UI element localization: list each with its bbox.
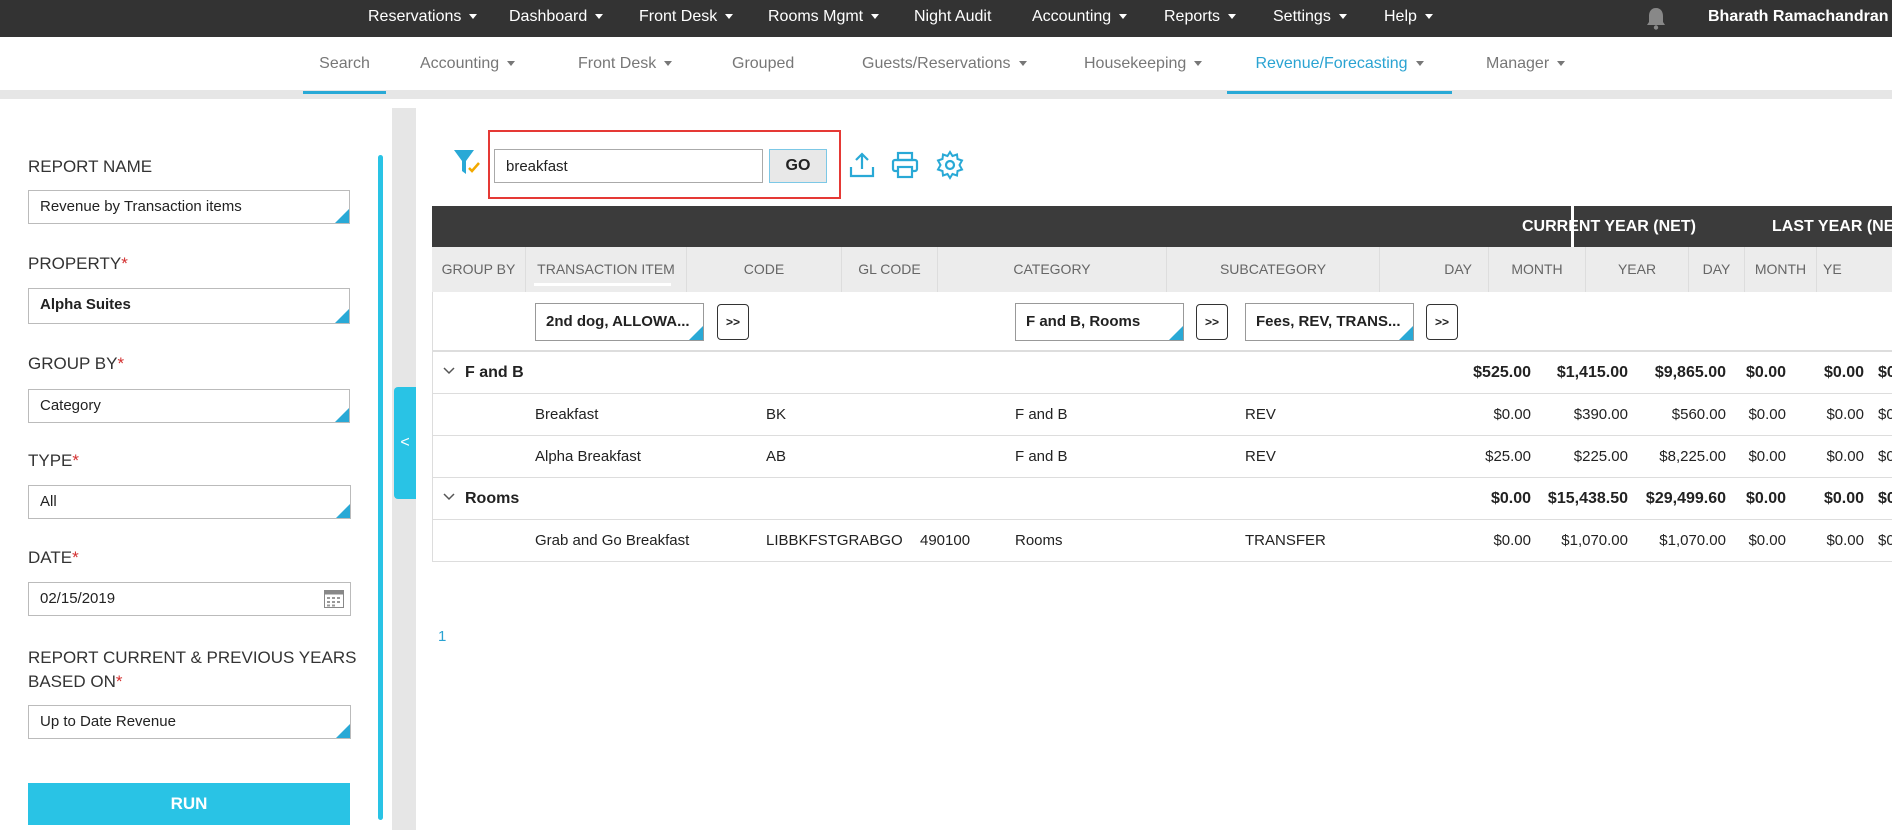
upload-icon[interactable] bbox=[847, 150, 877, 180]
col-group-by[interactable]: GROUP BY bbox=[432, 247, 526, 292]
tab-revenue-forecasting[interactable]: Revenue/Forecasting bbox=[1227, 37, 1452, 94]
tab-search[interactable]: Search bbox=[303, 37, 386, 94]
table-row[interactable]: Alpha Breakfast AB F and B REV $25.00 $2… bbox=[432, 436, 1892, 478]
group-by-label: GROUP BY* bbox=[28, 354, 125, 373]
property-label: PROPERTY* bbox=[28, 254, 128, 273]
col-ly-year[interactable]: YE bbox=[1817, 247, 1892, 292]
category-filter[interactable]: F and B, Rooms bbox=[1015, 303, 1184, 341]
type-select[interactable]: All bbox=[28, 485, 351, 519]
report-basis-select[interactable]: Up to Date Revenue bbox=[28, 705, 351, 739]
pagination-page-1[interactable]: 1 bbox=[438, 628, 446, 645]
print-icon[interactable] bbox=[890, 150, 920, 180]
bell-icon[interactable] bbox=[1645, 6, 1667, 30]
col-day[interactable]: DAY bbox=[1380, 247, 1489, 292]
nav-night-audit[interactable]: Night Audit bbox=[914, 0, 991, 37]
report-name-label: REPORT NAME bbox=[28, 157, 153, 176]
group-by-select[interactable]: Category bbox=[28, 389, 350, 423]
tab-accounting[interactable]: Accounting bbox=[420, 37, 516, 94]
date-input[interactable]: 02/15/2019 bbox=[28, 582, 351, 616]
group-row[interactable]: F and B $525.00 $1,415.00 $9,865.00 $0.0… bbox=[432, 352, 1892, 394]
nav-reservations[interactable]: Reservations bbox=[368, 0, 478, 37]
col-subcategory[interactable]: SUBCATEGORY bbox=[1167, 247, 1380, 292]
col-gl-code[interactable]: GL CODE bbox=[842, 247, 938, 292]
col-ly-month[interactable]: MONTH bbox=[1745, 247, 1817, 292]
tab-grouped[interactable]: Grouped bbox=[732, 37, 794, 94]
report-name-select[interactable]: Revenue by Transaction items bbox=[28, 190, 350, 224]
date-label: DATE* bbox=[28, 548, 79, 567]
run-button[interactable]: RUN bbox=[28, 783, 350, 825]
panel-scrollbar[interactable] bbox=[378, 155, 383, 820]
col-month[interactable]: MONTH bbox=[1489, 247, 1586, 292]
filter-check-icon[interactable] bbox=[452, 148, 482, 178]
last-year-header: LAST YEAR (NET) bbox=[1772, 218, 1892, 235]
tab-guests-reservations[interactable]: Guests/Reservations bbox=[862, 37, 1027, 94]
transaction-item-filter-more[interactable]: >> bbox=[717, 304, 749, 340]
gear-icon[interactable] bbox=[935, 150, 965, 180]
report-basis-label: REPORT CURRENT & PREVIOUS YEARS BASED ON… bbox=[28, 648, 357, 691]
tab-manager[interactable]: Manager bbox=[1486, 37, 1566, 94]
col-code[interactable]: CODE bbox=[687, 247, 842, 292]
nav-front-desk[interactable]: Front Desk bbox=[639, 0, 734, 37]
collapse-panel-button[interactable]: < bbox=[394, 387, 416, 499]
group-row[interactable]: Rooms $0.00 $15,438.50 $29,499.60 $0.00 … bbox=[432, 478, 1892, 520]
table-period-header: CURRENT YEAR (NET) LAST YEAR (NET) bbox=[432, 206, 1892, 247]
col-transaction-item[interactable]: TRANSACTION ITEM bbox=[526, 247, 687, 292]
nav-settings[interactable]: Settings bbox=[1273, 0, 1347, 37]
col-ly-day[interactable]: DAY bbox=[1689, 247, 1745, 292]
column-filter-row: 2nd dog, ALLOWA... >> F and B, Rooms >> … bbox=[432, 292, 1892, 352]
top-navbar: Reservations Dashboard Front Desk Rooms … bbox=[0, 0, 1892, 53]
tab-housekeeping[interactable]: Housekeeping bbox=[1084, 37, 1203, 94]
subcategory-filter-more[interactable]: >> bbox=[1426, 304, 1458, 340]
period-separator bbox=[1571, 206, 1574, 247]
chevron-down-icon[interactable] bbox=[443, 493, 455, 501]
nav-help[interactable]: Help bbox=[1384, 0, 1433, 37]
current-year-header: CURRENT YEAR (NET) bbox=[1522, 218, 1696, 235]
col-category[interactable]: CATEGORY bbox=[938, 247, 1167, 292]
nav-reports[interactable]: Reports bbox=[1164, 0, 1237, 37]
table-row[interactable]: Grab and Go Breakfast LIBBKFSTGRABGO 490… bbox=[432, 520, 1892, 562]
nav-dashboard[interactable]: Dashboard bbox=[509, 0, 604, 37]
tab-front-desk[interactable]: Front Desk bbox=[578, 37, 673, 94]
table-column-header: GROUP BY TRANSACTION ITEM CODE GL CODE C… bbox=[432, 247, 1892, 292]
search-input[interactable] bbox=[494, 149, 763, 183]
nav-accounting[interactable]: Accounting bbox=[1032, 0, 1128, 37]
col-year[interactable]: YEAR bbox=[1586, 247, 1689, 292]
property-select[interactable]: Alpha Suites bbox=[28, 288, 350, 324]
chevron-down-icon[interactable] bbox=[443, 367, 455, 375]
calendar-icon[interactable] bbox=[324, 590, 344, 608]
subcategory-filter[interactable]: Fees, REV, TRANS... bbox=[1245, 303, 1414, 341]
transaction-item-filter[interactable]: 2nd dog, ALLOWA... bbox=[535, 303, 704, 341]
sub-navbar: Search Accounting Front Desk Grouped Gue… bbox=[0, 37, 1892, 99]
go-button[interactable]: GO bbox=[769, 149, 827, 183]
category-filter-more[interactable]: >> bbox=[1196, 304, 1228, 340]
table-row[interactable]: Breakfast BK F and B REV $0.00 $390.00 $… bbox=[432, 394, 1892, 436]
nav-rooms-mgmt[interactable]: Rooms Mgmt bbox=[768, 0, 880, 37]
type-label: TYPE* bbox=[28, 451, 80, 470]
